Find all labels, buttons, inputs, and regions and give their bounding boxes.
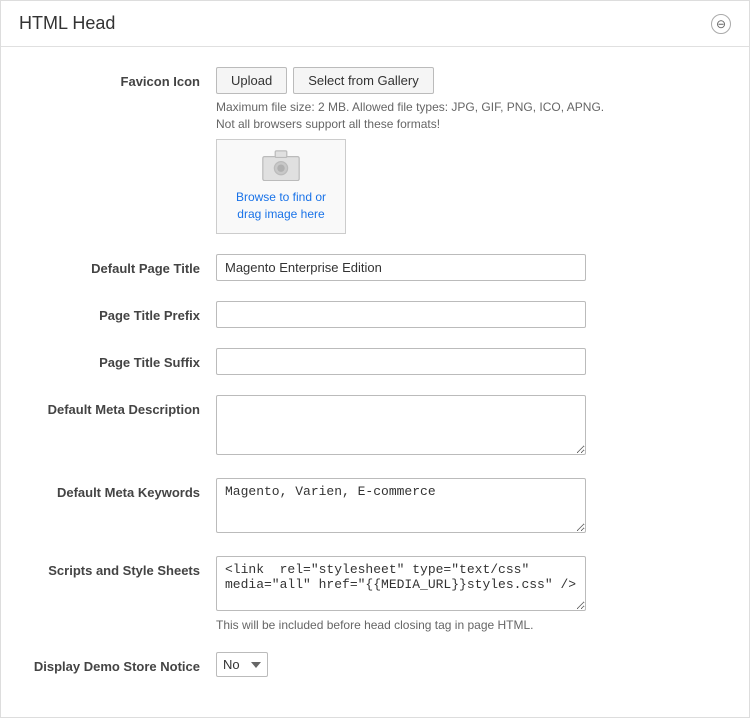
page-title-prefix-row: Page Title Prefix xyxy=(31,301,719,328)
image-dropzone[interactable]: Browse to find ordrag image here xyxy=(216,139,346,234)
default-page-title-input[interactable] xyxy=(216,254,586,281)
display-demo-store-notice-control: No Yes xyxy=(216,652,719,677)
page-wrapper: HTML Head ⊖ Favicon Icon Upload Select f… xyxy=(0,0,750,718)
page-title-prefix-input[interactable] xyxy=(216,301,586,328)
default-meta-description-control xyxy=(216,395,719,458)
default-page-title-control xyxy=(216,254,719,281)
page-title-prefix-control xyxy=(216,301,719,328)
default-meta-keywords-input[interactable] xyxy=(216,478,586,533)
file-info-text: Maximum file size: 2 MB. Allowed file ty… xyxy=(216,100,719,114)
select-from-gallery-button[interactable]: Select from Gallery xyxy=(293,67,434,94)
page-title-suffix-input[interactable] xyxy=(216,348,586,375)
default-meta-description-input[interactable] xyxy=(216,395,586,455)
display-demo-store-notice-row: Display Demo Store Notice No Yes xyxy=(31,652,719,677)
default-meta-keywords-row: Default Meta Keywords xyxy=(31,478,719,536)
default-page-title-row: Default Page Title xyxy=(31,254,719,281)
default-meta-description-row: Default Meta Description xyxy=(31,395,719,458)
favicon-icon-row: Favicon Icon Upload Select from Gallery … xyxy=(31,67,719,234)
default-meta-description-label: Default Meta Description xyxy=(31,395,216,419)
default-meta-keywords-label: Default Meta Keywords xyxy=(31,478,216,502)
page-title-suffix-control xyxy=(216,348,719,375)
dropzone-text: Browse to find ordrag image here xyxy=(236,189,326,223)
favicon-icon-control: Upload Select from Gallery Maximum file … xyxy=(216,67,719,234)
file-warning-text: Not all browsers support all these forma… xyxy=(216,117,719,131)
default-page-title-label: Default Page Title xyxy=(31,254,216,278)
camera-icon xyxy=(258,150,304,181)
page-title-prefix-label: Page Title Prefix xyxy=(31,301,216,325)
display-demo-store-notice-label: Display Demo Store Notice xyxy=(31,652,216,676)
select-wrapper: No Yes xyxy=(216,652,719,677)
page-header: HTML Head ⊖ xyxy=(1,1,749,47)
scripts-style-sheets-input[interactable] xyxy=(216,556,586,611)
scripts-style-sheets-row: Scripts and Style Sheets This will be in… xyxy=(31,556,719,632)
page-title-suffix-row: Page Title Suffix xyxy=(31,348,719,375)
page-title-suffix-label: Page Title Suffix xyxy=(31,348,216,372)
form-body: Favicon Icon Upload Select from Gallery … xyxy=(1,47,749,717)
scripts-style-sheets-label: Scripts and Style Sheets xyxy=(31,556,216,580)
favicon-icon-label: Favicon Icon xyxy=(31,67,216,91)
page-title: HTML Head xyxy=(19,13,115,34)
default-meta-keywords-control xyxy=(216,478,719,536)
display-demo-store-notice-select[interactable]: No Yes xyxy=(216,652,268,677)
collapse-icon[interactable]: ⊖ xyxy=(711,14,731,34)
favicon-btn-group: Upload Select from Gallery xyxy=(216,67,719,94)
upload-button[interactable]: Upload xyxy=(216,67,287,94)
scripts-hint-text: This will be included before head closin… xyxy=(216,618,719,632)
scripts-style-sheets-control: This will be included before head closin… xyxy=(216,556,719,632)
